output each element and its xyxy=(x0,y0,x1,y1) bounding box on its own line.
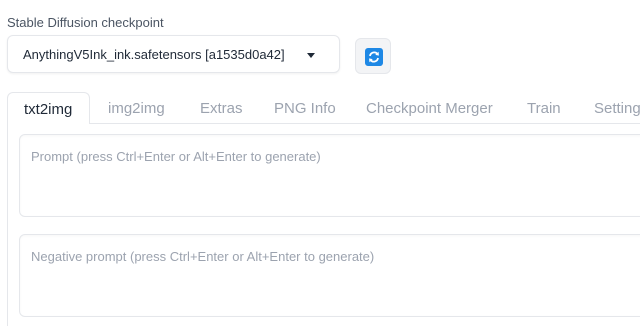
negative-prompt-input[interactable]: Negative prompt (press Ctrl+Enter or Alt… xyxy=(19,234,640,317)
chevron-down-icon xyxy=(307,53,315,58)
tab-txt2img[interactable]: txt2img xyxy=(7,92,90,124)
checkpoint-dropdown[interactable]: AnythingV5Ink_ink.safetensors [a1535d0a4… xyxy=(7,35,340,73)
main-tabs: txt2img img2img Extras PNG Info Checkpoi… xyxy=(0,92,640,124)
webui-page: Stable Diffusion checkpoint AnythingV5In… xyxy=(0,0,640,326)
tab-img2img[interactable]: img2img xyxy=(108,100,165,117)
tab-checkpoint-merger[interactable]: Checkpoint Merger xyxy=(366,100,493,117)
tab-extras[interactable]: Extras xyxy=(200,100,243,117)
negative-prompt-placeholder: Negative prompt (press Ctrl+Enter or Alt… xyxy=(31,249,375,264)
refresh-checkpoints-button[interactable] xyxy=(355,38,391,74)
checkpoint-selected-value: AnythingV5Ink_ink.safetensors [a1535d0a4… xyxy=(23,47,285,62)
checkpoint-label: Stable Diffusion checkpoint xyxy=(7,15,164,30)
prompt-input[interactable]: Prompt (press Ctrl+Enter or Alt+Enter to… xyxy=(19,134,640,217)
refresh-icon xyxy=(365,48,383,66)
tab-png-info[interactable]: PNG Info xyxy=(274,100,336,117)
prompt-placeholder: Prompt (press Ctrl+Enter or Alt+Enter to… xyxy=(31,149,321,164)
tab-settings[interactable]: Settings xyxy=(594,100,640,117)
tab-train[interactable]: Train xyxy=(527,100,561,117)
tab-label: txt2img xyxy=(24,101,73,118)
